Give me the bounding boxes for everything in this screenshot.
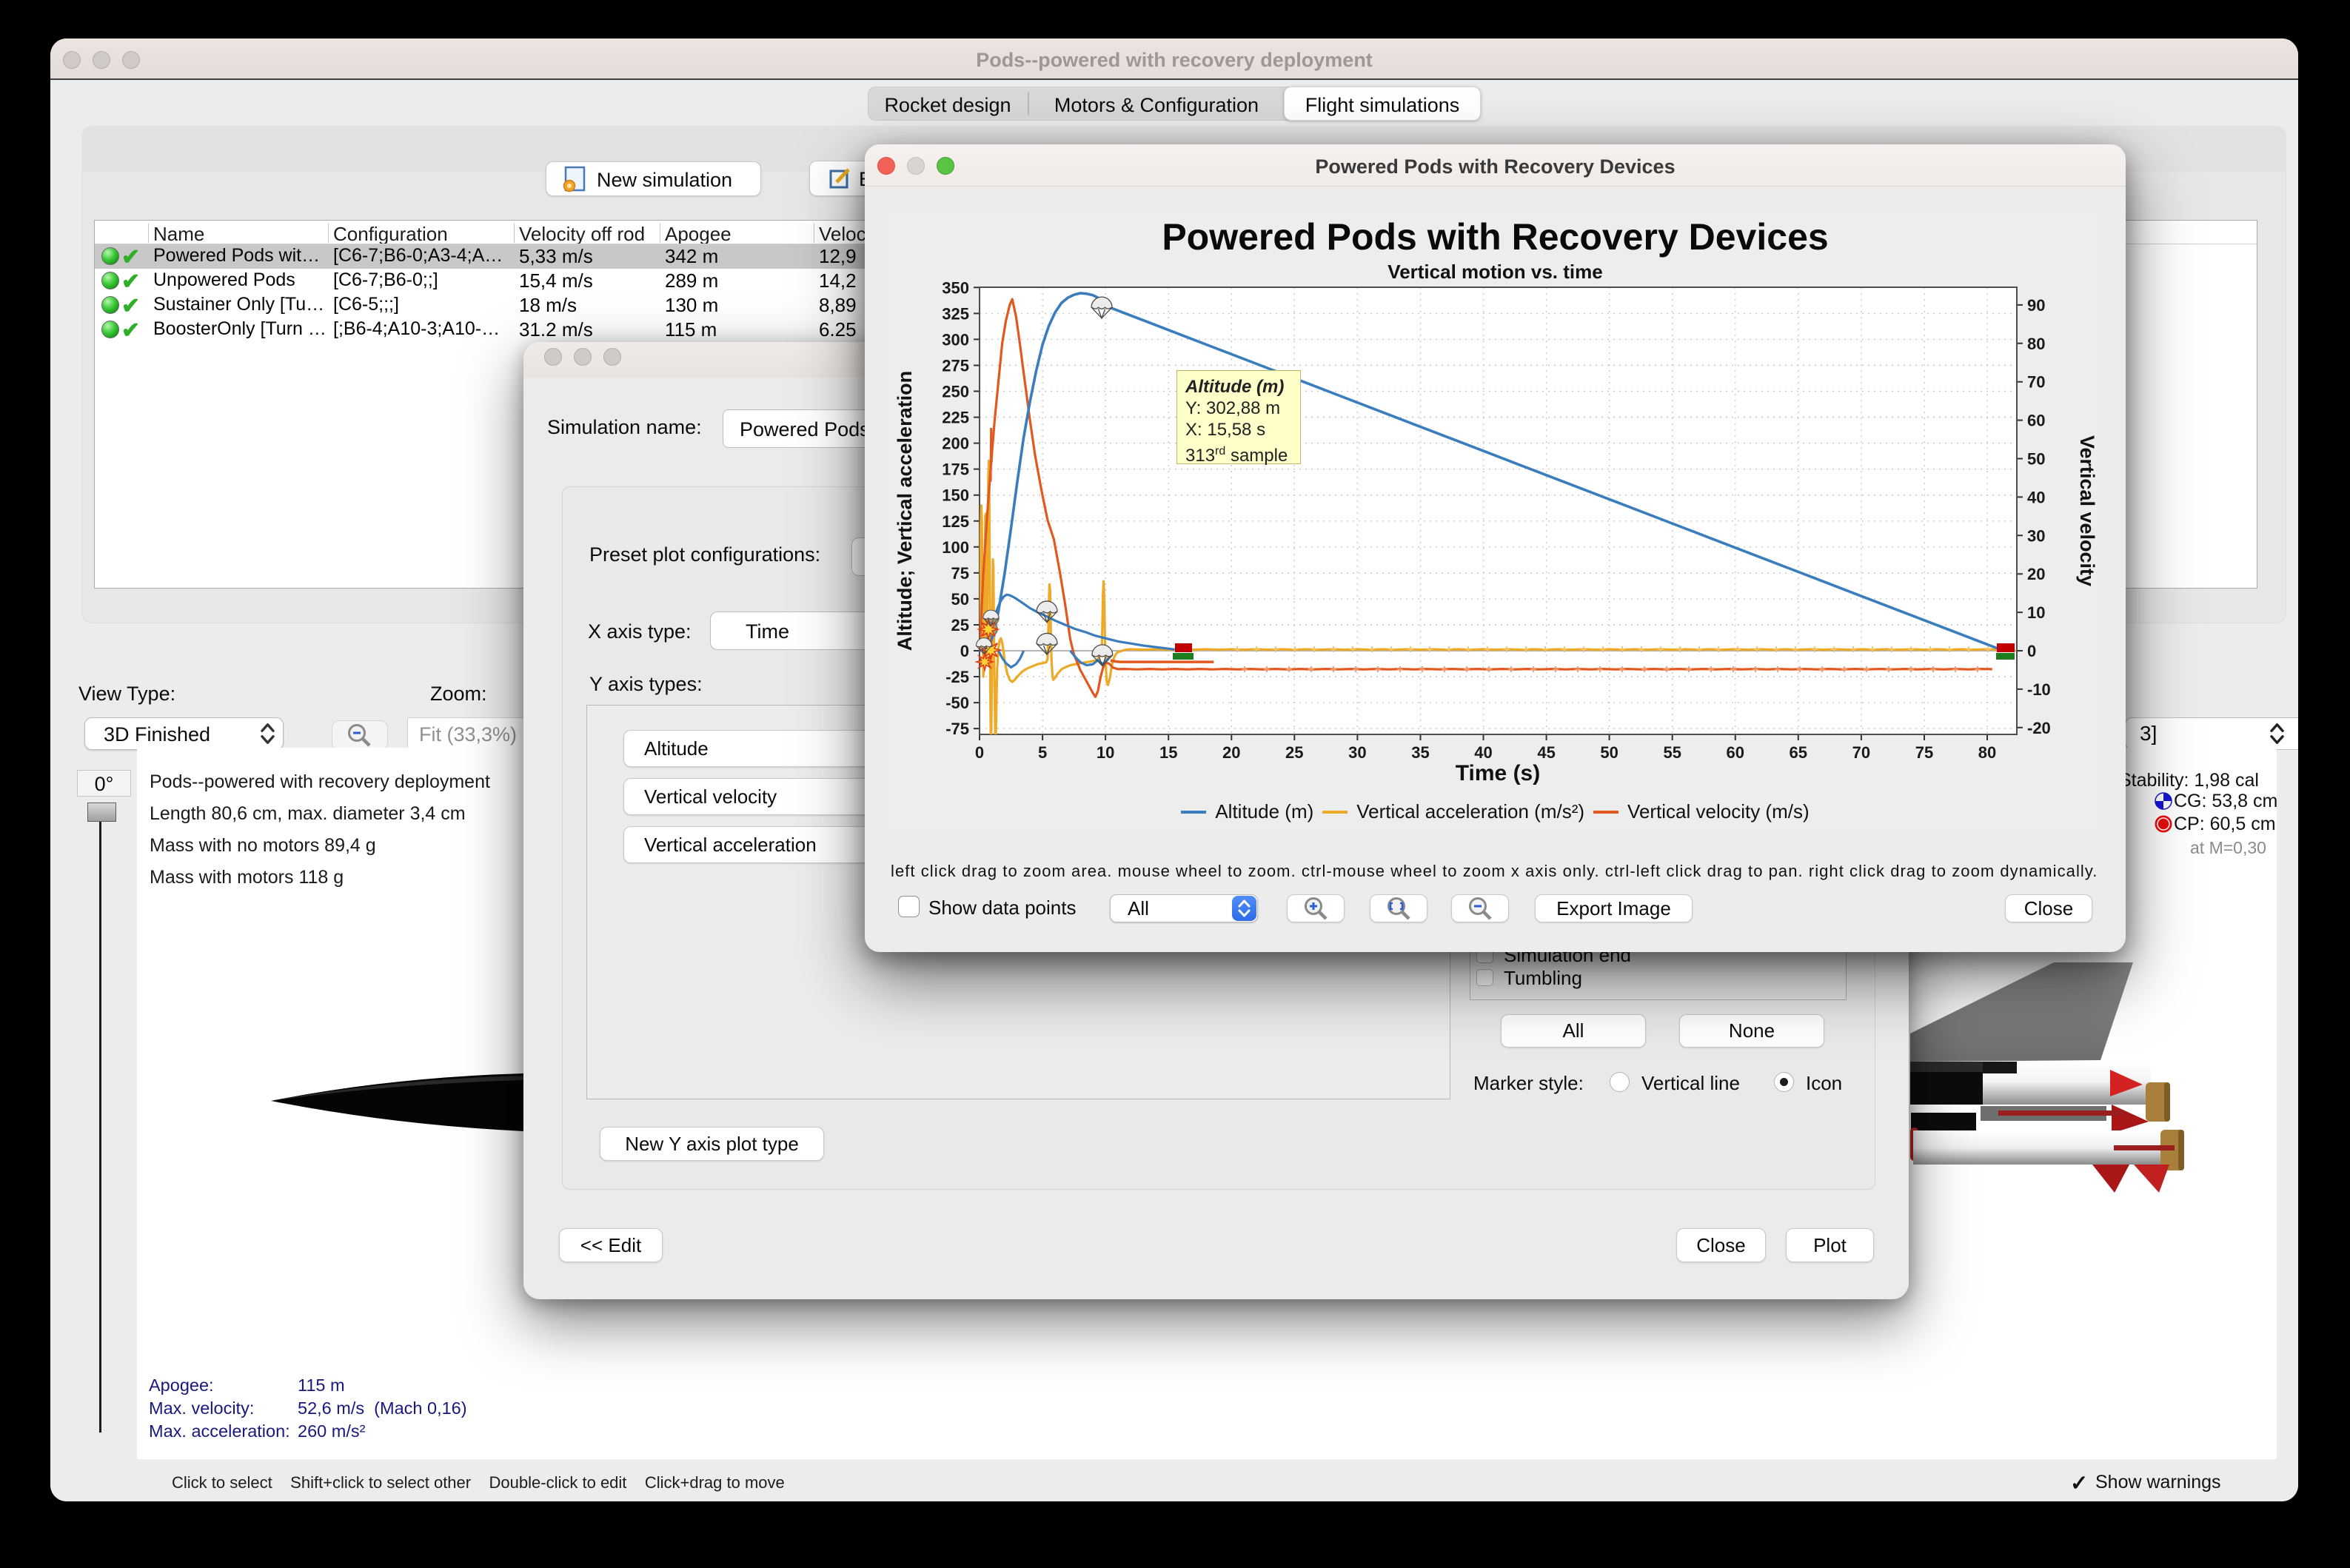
svg-text:30: 30: [2027, 526, 2045, 545]
svg-text:-25: -25: [945, 668, 969, 686]
svg-text:250: 250: [942, 383, 969, 401]
svg-text:75: 75: [1915, 743, 1933, 762]
svg-text:Vertical velocity: Vertical velocity: [2076, 435, 2098, 586]
svg-text:80: 80: [1978, 743, 1996, 762]
svg-text:-75: -75: [945, 720, 969, 738]
svg-text:70: 70: [1852, 743, 1870, 762]
svg-text:Time (s): Time (s): [1456, 761, 1540, 785]
svg-text:-10: -10: [2027, 680, 2051, 699]
svg-text:25: 25: [951, 616, 969, 634]
svg-text:70: 70: [2027, 373, 2045, 392]
svg-text:-20: -20: [2027, 719, 2051, 737]
svg-text:45: 45: [1537, 743, 1555, 762]
svg-text:60: 60: [1727, 743, 1744, 762]
svg-text:40: 40: [1474, 743, 1492, 762]
svg-text:90: 90: [2027, 296, 2045, 315]
svg-text:30: 30: [1348, 743, 1366, 762]
svg-text:15: 15: [1159, 743, 1177, 762]
svg-text:300: 300: [942, 330, 969, 349]
svg-text:65: 65: [1790, 743, 1807, 762]
svg-text:150: 150: [942, 486, 969, 505]
svg-text:10: 10: [1097, 743, 1114, 762]
svg-text:200: 200: [942, 435, 969, 453]
svg-text:125: 125: [942, 512, 969, 531]
svg-text:-50: -50: [945, 694, 969, 712]
svg-text:100: 100: [942, 538, 969, 557]
svg-text:60: 60: [2027, 412, 2045, 430]
svg-text:0: 0: [975, 743, 984, 762]
svg-text:325: 325: [942, 304, 969, 323]
svg-text:50: 50: [2027, 450, 2045, 469]
svg-text:25: 25: [1285, 743, 1303, 762]
svg-text:50: 50: [951, 590, 969, 609]
svg-text:5: 5: [1038, 743, 1047, 762]
svg-text:40: 40: [2027, 488, 2045, 506]
svg-text:275: 275: [942, 357, 969, 375]
svg-text:10: 10: [2027, 603, 2045, 622]
svg-text:Altitude; Vertical acceleratio: Altitude; Vertical acceleration: [894, 371, 916, 651]
svg-text:20: 20: [1222, 743, 1240, 762]
svg-text:0: 0: [960, 642, 969, 660]
svg-text:55: 55: [1663, 743, 1681, 762]
svg-text:20: 20: [2027, 565, 2045, 583]
svg-text:80: 80: [2027, 335, 2045, 353]
svg-text:50: 50: [1600, 743, 1618, 762]
svg-text:35: 35: [1411, 743, 1429, 762]
svg-text:75: 75: [951, 564, 969, 583]
svg-text:175: 175: [942, 460, 969, 479]
svg-text:225: 225: [942, 409, 969, 427]
svg-text:0: 0: [2027, 642, 2036, 660]
